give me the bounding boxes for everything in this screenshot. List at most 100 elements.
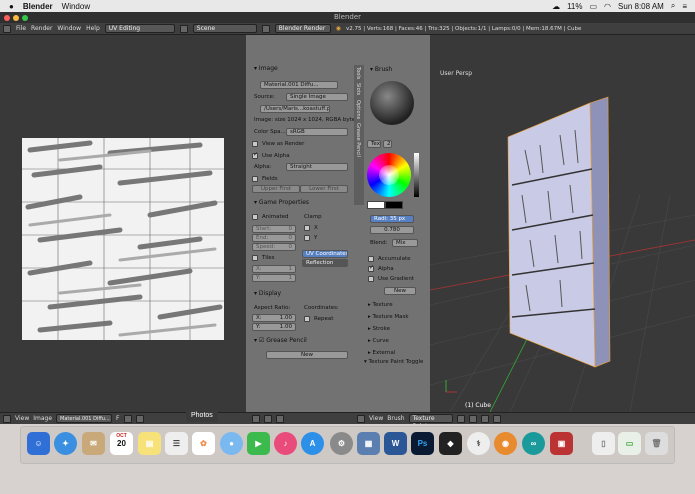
arduino-icon[interactable]: ∞: [522, 432, 545, 455]
3d-editor-type-icon[interactable]: [357, 414, 365, 423]
radius-field[interactable]: Radi: 35 px: [370, 215, 414, 223]
uv-fake-user-button[interactable]: F: [116, 415, 119, 422]
facetime-icon[interactable]: ▶: [247, 432, 270, 455]
menu-file[interactable]: File: [16, 25, 26, 32]
mail-icon[interactable]: ✉: [82, 432, 105, 455]
uv-image-menu[interactable]: Image: [33, 415, 52, 422]
props-icon-2[interactable]: [264, 414, 272, 423]
color-wheel[interactable]: [367, 153, 411, 197]
paint-mode-icon[interactable]: [135, 414, 144, 423]
disk-utility-icon[interactable]: ⚕: [467, 432, 490, 455]
view-as-render-checkbox[interactable]: [252, 141, 258, 147]
tab-grease-pencil[interactable]: Grease Pencil: [354, 121, 362, 159]
repeat-checkbox[interactable]: [304, 316, 310, 322]
list-icon[interactable]: ≡: [682, 2, 687, 11]
lower-first-button[interactable]: Lower First: [300, 185, 348, 193]
tiles-checkbox[interactable]: [252, 255, 258, 261]
add-layout-icon[interactable]: [179, 24, 188, 33]
menubar-window[interactable]: Window: [62, 2, 90, 11]
tab-slots[interactable]: Slots: [354, 81, 362, 97]
documents-folder-icon[interactable]: ▯: [592, 432, 615, 455]
clamp-x-checkbox[interactable]: [304, 225, 310, 231]
grease-pencil-new-button[interactable]: New: [266, 351, 348, 359]
battery-icon[interactable]: ▭: [589, 2, 597, 11]
menubar-app-name[interactable]: Blender: [23, 2, 53, 11]
texture-panel[interactable]: ▸ Texture: [368, 302, 393, 308]
menu-help[interactable]: Help: [86, 25, 100, 32]
finder-icon[interactable]: ☺: [27, 432, 50, 455]
engine-select[interactable]: Blender Render: [274, 24, 331, 33]
tab-tools[interactable]: Tools: [354, 65, 362, 81]
material-select[interactable]: Material.001 Diffu...: [260, 81, 338, 89]
info-editor-icon[interactable]: [3, 24, 11, 33]
clamp-y-checkbox[interactable]: [304, 235, 310, 241]
fields-checkbox[interactable]: [252, 176, 258, 182]
external-panel[interactable]: ▸ External: [368, 350, 395, 356]
props-icon-3[interactable]: [276, 414, 284, 423]
pivot-icon[interactable]: [468, 414, 477, 423]
image-path-field[interactable]: /Users/Maris...koastuff.png: [260, 105, 330, 113]
cloud-icon[interactable]: ☁: [552, 2, 560, 11]
notes-icon[interactable]: ▤: [138, 432, 161, 455]
preview-icon[interactable]: ▦: [357, 432, 380, 455]
uv-image-select[interactable]: Material.001 Diffu...: [56, 414, 113, 423]
texture-mask-panel[interactable]: ▸ Texture Mask: [368, 314, 409, 320]
use-alpha-checkbox[interactable]: [252, 151, 258, 159]
photoshop-icon[interactable]: Ps: [411, 432, 434, 455]
image-panel-header[interactable]: ▾ Image: [250, 64, 278, 73]
maximize-icon[interactable]: [22, 15, 28, 21]
search-icon[interactable]: ⌕: [671, 1, 675, 11]
strength-field[interactable]: 0.780: [370, 226, 414, 234]
texture-paint-toggle-panel[interactable]: ▾ Texture Paint Toggle: [364, 359, 423, 365]
uv-canvas[interactable]: [0, 35, 246, 412]
word-icon[interactable]: W: [384, 432, 407, 455]
stroke-panel[interactable]: ▸ Stroke: [368, 326, 390, 332]
alpha-checkbox[interactable]: [368, 264, 374, 272]
app-store-icon[interactable]: A: [301, 432, 324, 455]
game-properties-header[interactable]: ▾ Game Properties: [250, 198, 309, 207]
value-slider[interactable]: [414, 153, 419, 197]
brush-tex-field[interactable]: Tex: [367, 140, 381, 148]
brush-header[interactable]: ▾ Brush: [366, 65, 392, 74]
upper-first-button[interactable]: Upper First: [252, 185, 300, 193]
safari-icon[interactable]: ✦: [54, 432, 77, 455]
props-icon-1[interactable]: [252, 414, 260, 423]
layout-select[interactable]: UV Editing: [104, 24, 175, 33]
editor-type-icon[interactable]: [3, 414, 11, 423]
uv-coordinates-button[interactable]: UV Coordinates: [302, 250, 348, 258]
menu-render[interactable]: Render: [31, 25, 52, 32]
source-select[interactable]: Single Image: [286, 93, 348, 101]
layer-icon[interactable]: [492, 414, 501, 423]
shading-icon[interactable]: [456, 414, 465, 423]
primary-color-swatch[interactable]: [367, 201, 385, 209]
messages-icon[interactable]: ●: [220, 432, 243, 455]
blender-icon[interactable]: ◉: [494, 432, 517, 455]
3d-view-menu[interactable]: View: [369, 415, 383, 422]
battery-text[interactable]: 11%: [567, 2, 582, 11]
wifi-icon[interactable]: ◠: [604, 2, 611, 11]
add-scene-icon[interactable]: [261, 24, 270, 33]
secondary-color-swatch[interactable]: [385, 201, 403, 209]
viewport-canvas[interactable]: [430, 35, 695, 412]
3d-viewport[interactable]: User Persp (1) Cube: [430, 35, 695, 412]
photo-booth-icon[interactable]: ▣: [550, 432, 573, 455]
blend-select[interactable]: Mix: [392, 239, 418, 247]
calendar-icon[interactable]: OCT 20: [110, 432, 133, 455]
trash-icon[interactable]: 🗑: [645, 432, 668, 455]
use-gradient-checkbox[interactable]: [368, 276, 374, 282]
itunes-icon[interactable]: ♪: [274, 432, 297, 455]
mode-select[interactable]: Texture Paint: [408, 414, 453, 430]
reflection-button[interactable]: Reflection: [302, 259, 348, 267]
alpha-select[interactable]: Straight: [286, 163, 348, 171]
animated-checkbox[interactable]: [252, 214, 258, 220]
color-space-select[interactable]: sRGB: [286, 128, 348, 136]
photos-icon[interactable]: ✿: [192, 432, 215, 455]
uv-image-editor[interactable]: [0, 35, 246, 412]
curve-panel[interactable]: ▸ Curve: [368, 338, 389, 344]
brush-preview-icon[interactable]: [370, 81, 414, 125]
tab-options[interactable]: Options: [354, 98, 362, 121]
menu-window[interactable]: Window: [57, 25, 81, 32]
brush-new-button[interactable]: New: [384, 287, 416, 295]
apple-icon[interactable]: ●: [9, 2, 14, 11]
manipulator-icon[interactable]: [480, 414, 489, 423]
